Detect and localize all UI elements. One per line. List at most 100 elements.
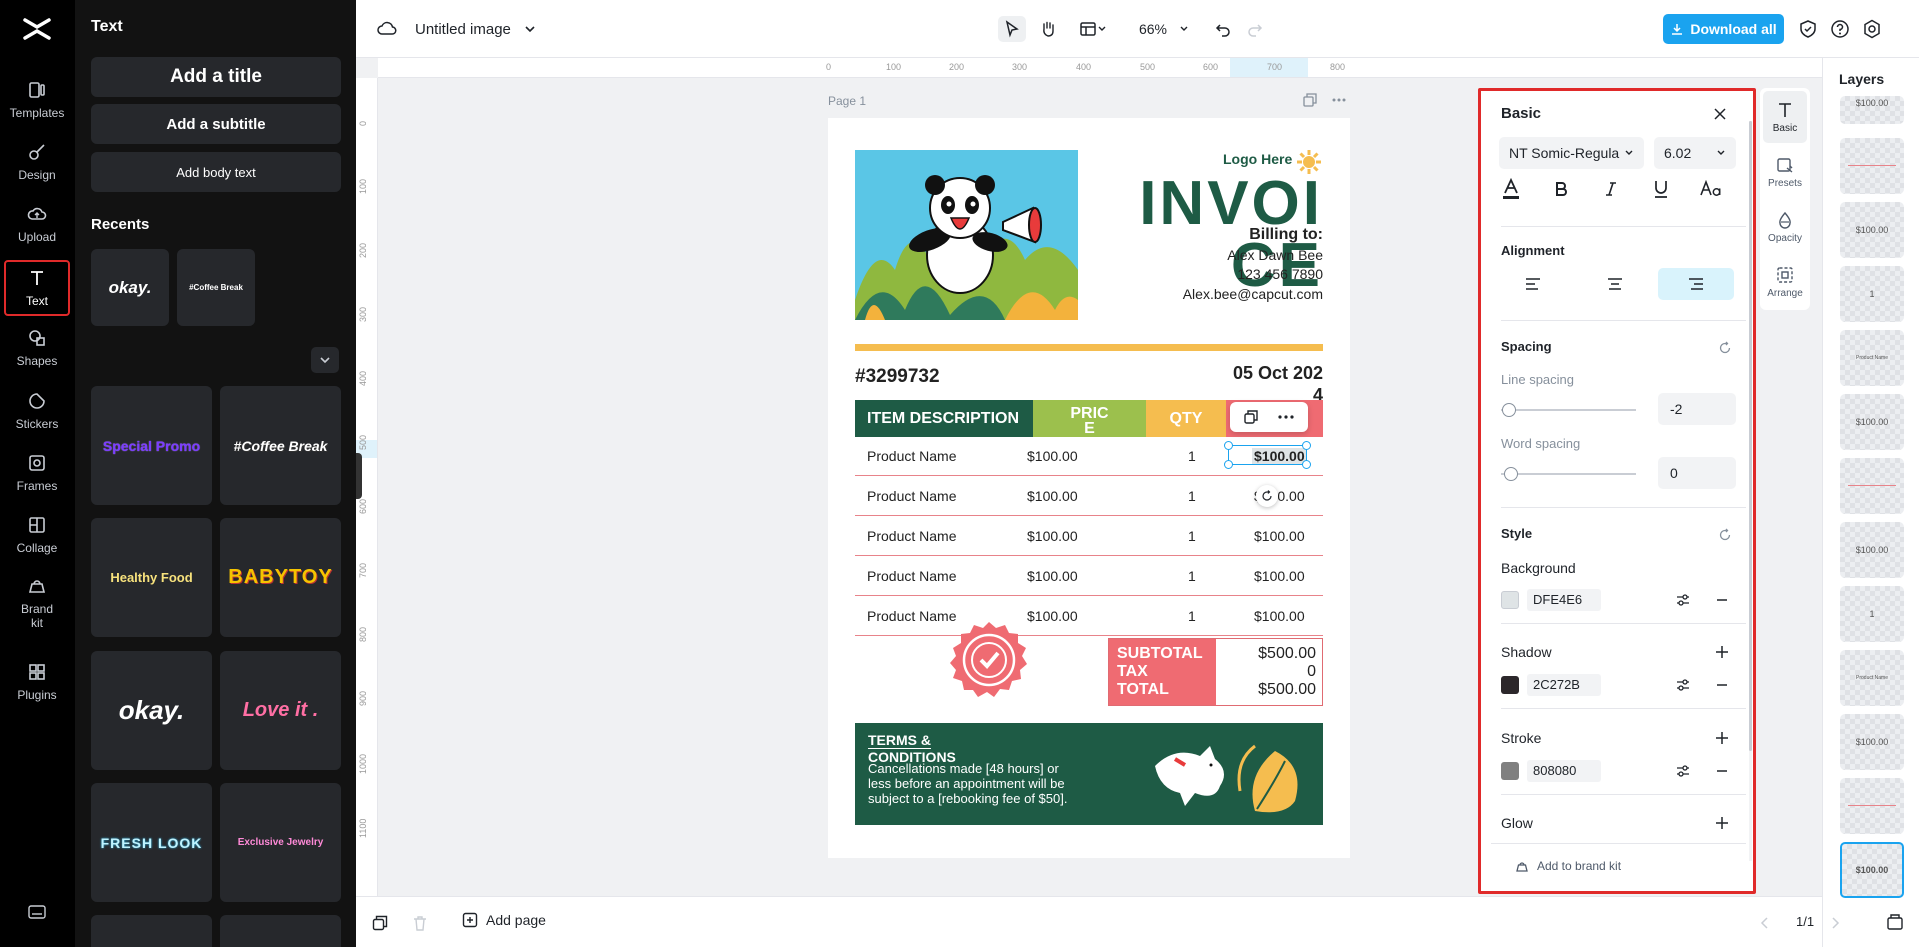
rail-design[interactable]: Design <box>4 134 70 190</box>
rail-text[interactable]: Text <box>4 260 70 316</box>
layer-thumbnail[interactable] <box>1840 458 1904 514</box>
redo-button[interactable] <box>1242 16 1268 42</box>
word-spacing-slider-thumb[interactable] <box>1504 467 1518 481</box>
add-icon[interactable] <box>1714 644 1730 660</box>
layer-thumbnail[interactable]: $100.00 <box>1840 714 1904 770</box>
text-template[interactable]: okay. <box>91 651 212 770</box>
add-body-text-button[interactable]: Add body text <box>91 152 341 192</box>
text-template-partial[interactable] <box>91 915 212 947</box>
chevron-down-icon[interactable] <box>524 24 536 34</box>
underline-button[interactable] <box>1649 177 1673 201</box>
totals-box[interactable]: SUBTOTAL TAX TOTAL $500.00 0 $500.00 <box>1108 638 1323 706</box>
tab-presets[interactable]: Presets <box>1763 146 1807 198</box>
download-all-button[interactable]: Download all <box>1663 14 1784 44</box>
rail-stickers[interactable]: Stickers <box>4 383 70 439</box>
reset-icon[interactable] <box>1718 528 1732 542</box>
rail-templates[interactable]: Templates <box>4 72 70 128</box>
adjust-icon[interactable] <box>1675 677 1691 693</box>
page-manager-icon[interactable] <box>1886 913 1904 931</box>
line-spacing-slider[interactable] <box>1501 409 1636 411</box>
panda-illustration[interactable] <box>855 150 1078 320</box>
word-spacing-slider[interactable] <box>1501 473 1636 475</box>
document-title[interactable]: Untitled image <box>415 21 511 38</box>
resize-handle[interactable] <box>1224 460 1233 469</box>
text-template[interactable]: Exclusive Jewelry <box>220 783 341 902</box>
font-size-dropdown[interactable]: 6.02 <box>1654 137 1736 169</box>
more-options-icon[interactable] <box>1332 98 1346 102</box>
reset-icon[interactable] <box>1718 341 1732 355</box>
add-to-brand-kit-button[interactable]: Add to brand kit <box>1515 859 1621 873</box>
rail-brand-kit[interactable]: Brand kit <box>4 570 70 636</box>
add-page-button[interactable]: Add page <box>462 912 546 928</box>
billing-name[interactable]: Alex Dawn Bee <box>1227 247 1323 263</box>
align-left-button[interactable] <box>1495 268 1571 300</box>
remove-icon[interactable] <box>1714 677 1730 693</box>
duplicate-icon[interactable] <box>1244 410 1258 424</box>
recent-text-coffee[interactable]: #Coffee Break <box>177 249 255 326</box>
collapse-recents-button[interactable] <box>311 347 339 373</box>
text-template[interactable]: FRESH LOOK <box>91 783 212 902</box>
adjust-icon[interactable] <box>1675 763 1691 779</box>
undo-button[interactable] <box>1210 16 1236 42</box>
tab-arrange[interactable]: Arrange <box>1763 256 1807 308</box>
rail-upload[interactable]: Upload <box>4 196 70 252</box>
delete-page-icon[interactable] <box>412 915 428 931</box>
rail-collage[interactable]: Collage <box>4 507 70 563</box>
line-spacing-slider-thumb[interactable] <box>1502 403 1516 417</box>
duplicate-page-icon[interactable] <box>1303 93 1317 107</box>
adjust-icon[interactable] <box>1675 592 1691 608</box>
table-row[interactable]: Product Name $100.00 1 $100.00 <box>855 596 1323 636</box>
text-template[interactable]: BABYTOY <box>220 518 341 637</box>
layer-thumbnail[interactable]: $100.00 <box>1840 522 1904 578</box>
line-spacing-input[interactable]: -2 <box>1658 393 1736 425</box>
invoice-page[interactable]: Logo Here INVOI CE Billing to: Alex Dawn… <box>828 118 1350 858</box>
add-title-button[interactable]: Add a title <box>91 57 341 97</box>
text-template[interactable]: Healthy Food <box>91 518 212 637</box>
billing-email[interactable]: Alex.bee@capcut.com <box>1183 286 1323 302</box>
next-page-icon[interactable] <box>1830 916 1840 930</box>
table-row[interactable]: Product Name $100.00 1 $100.00 <box>855 556 1323 596</box>
more-options-icon[interactable] <box>1278 415 1294 419</box>
prev-page-icon[interactable] <box>1760 916 1770 930</box>
bold-button[interactable] <box>1549 177 1573 201</box>
rail-shapes[interactable]: Shapes <box>4 320 70 376</box>
hand-tool-button[interactable] <box>1034 16 1062 42</box>
text-template[interactable]: Love it . <box>220 651 341 770</box>
layer-thumbnail[interactable]: Product Name <box>1840 330 1904 386</box>
layer-thumbnail[interactable]: $100.00 <box>1840 394 1904 450</box>
help-icon[interactable] <box>1830 19 1850 39</box>
text-template[interactable]: #Coffee Break <box>220 386 341 505</box>
font-family-dropdown[interactable]: NT Somic-Regula <box>1499 137 1644 169</box>
background-color-field[interactable]: DFE4E6 <box>1527 589 1601 611</box>
background-swatch[interactable] <box>1501 591 1519 609</box>
rail-frames[interactable]: Frames <box>4 445 70 501</box>
terms-box[interactable]: TERMS & CONDITIONS Cancellations made [4… <box>855 723 1323 825</box>
keyboard-icon[interactable] <box>28 905 46 919</box>
shadow-color-field[interactable]: 2C272B <box>1527 674 1601 696</box>
rail-plugins[interactable]: Plugins <box>4 654 70 710</box>
layer-thumbnail[interactable]: 1 <box>1840 586 1904 642</box>
tab-basic[interactable]: Basic <box>1763 91 1807 143</box>
shield-icon[interactable] <box>1798 19 1818 39</box>
billing-phone[interactable]: 123 456 7890 <box>1237 266 1323 282</box>
layer-thumbnail-selected[interactable]: $100.00 <box>1840 842 1904 898</box>
italic-button[interactable] <box>1599 177 1623 201</box>
text-template-partial[interactable] <box>220 915 341 947</box>
billing-to-label[interactable]: Billing to: <box>1249 226 1323 244</box>
layer-thumbnail[interactable]: $100.00 <box>1840 96 1904 124</box>
align-center-button[interactable] <box>1577 268 1653 300</box>
add-icon[interactable] <box>1714 730 1730 746</box>
stroke-swatch[interactable] <box>1501 762 1519 780</box>
layer-thumbnail[interactable]: 1 <box>1840 266 1904 322</box>
zoom-dropdown[interactable]: 66% <box>1134 16 1194 42</box>
recent-text-okay[interactable]: okay. <box>91 249 169 326</box>
add-subtitle-button[interactable]: Add a subtitle <box>91 104 341 144</box>
header-price[interactable]: PRIC E <box>1033 400 1146 437</box>
text-template[interactable]: Special Promo <box>91 386 212 505</box>
table-row[interactable]: Product Name $100.00 1 $100.00 <box>855 516 1323 556</box>
text-case-button[interactable] <box>1699 177 1723 201</box>
align-right-button[interactable] <box>1658 268 1734 300</box>
select-tool-button[interactable] <box>998 16 1026 42</box>
layout-tool-button[interactable] <box>1074 16 1112 42</box>
resize-handle[interactable] <box>1302 460 1311 469</box>
